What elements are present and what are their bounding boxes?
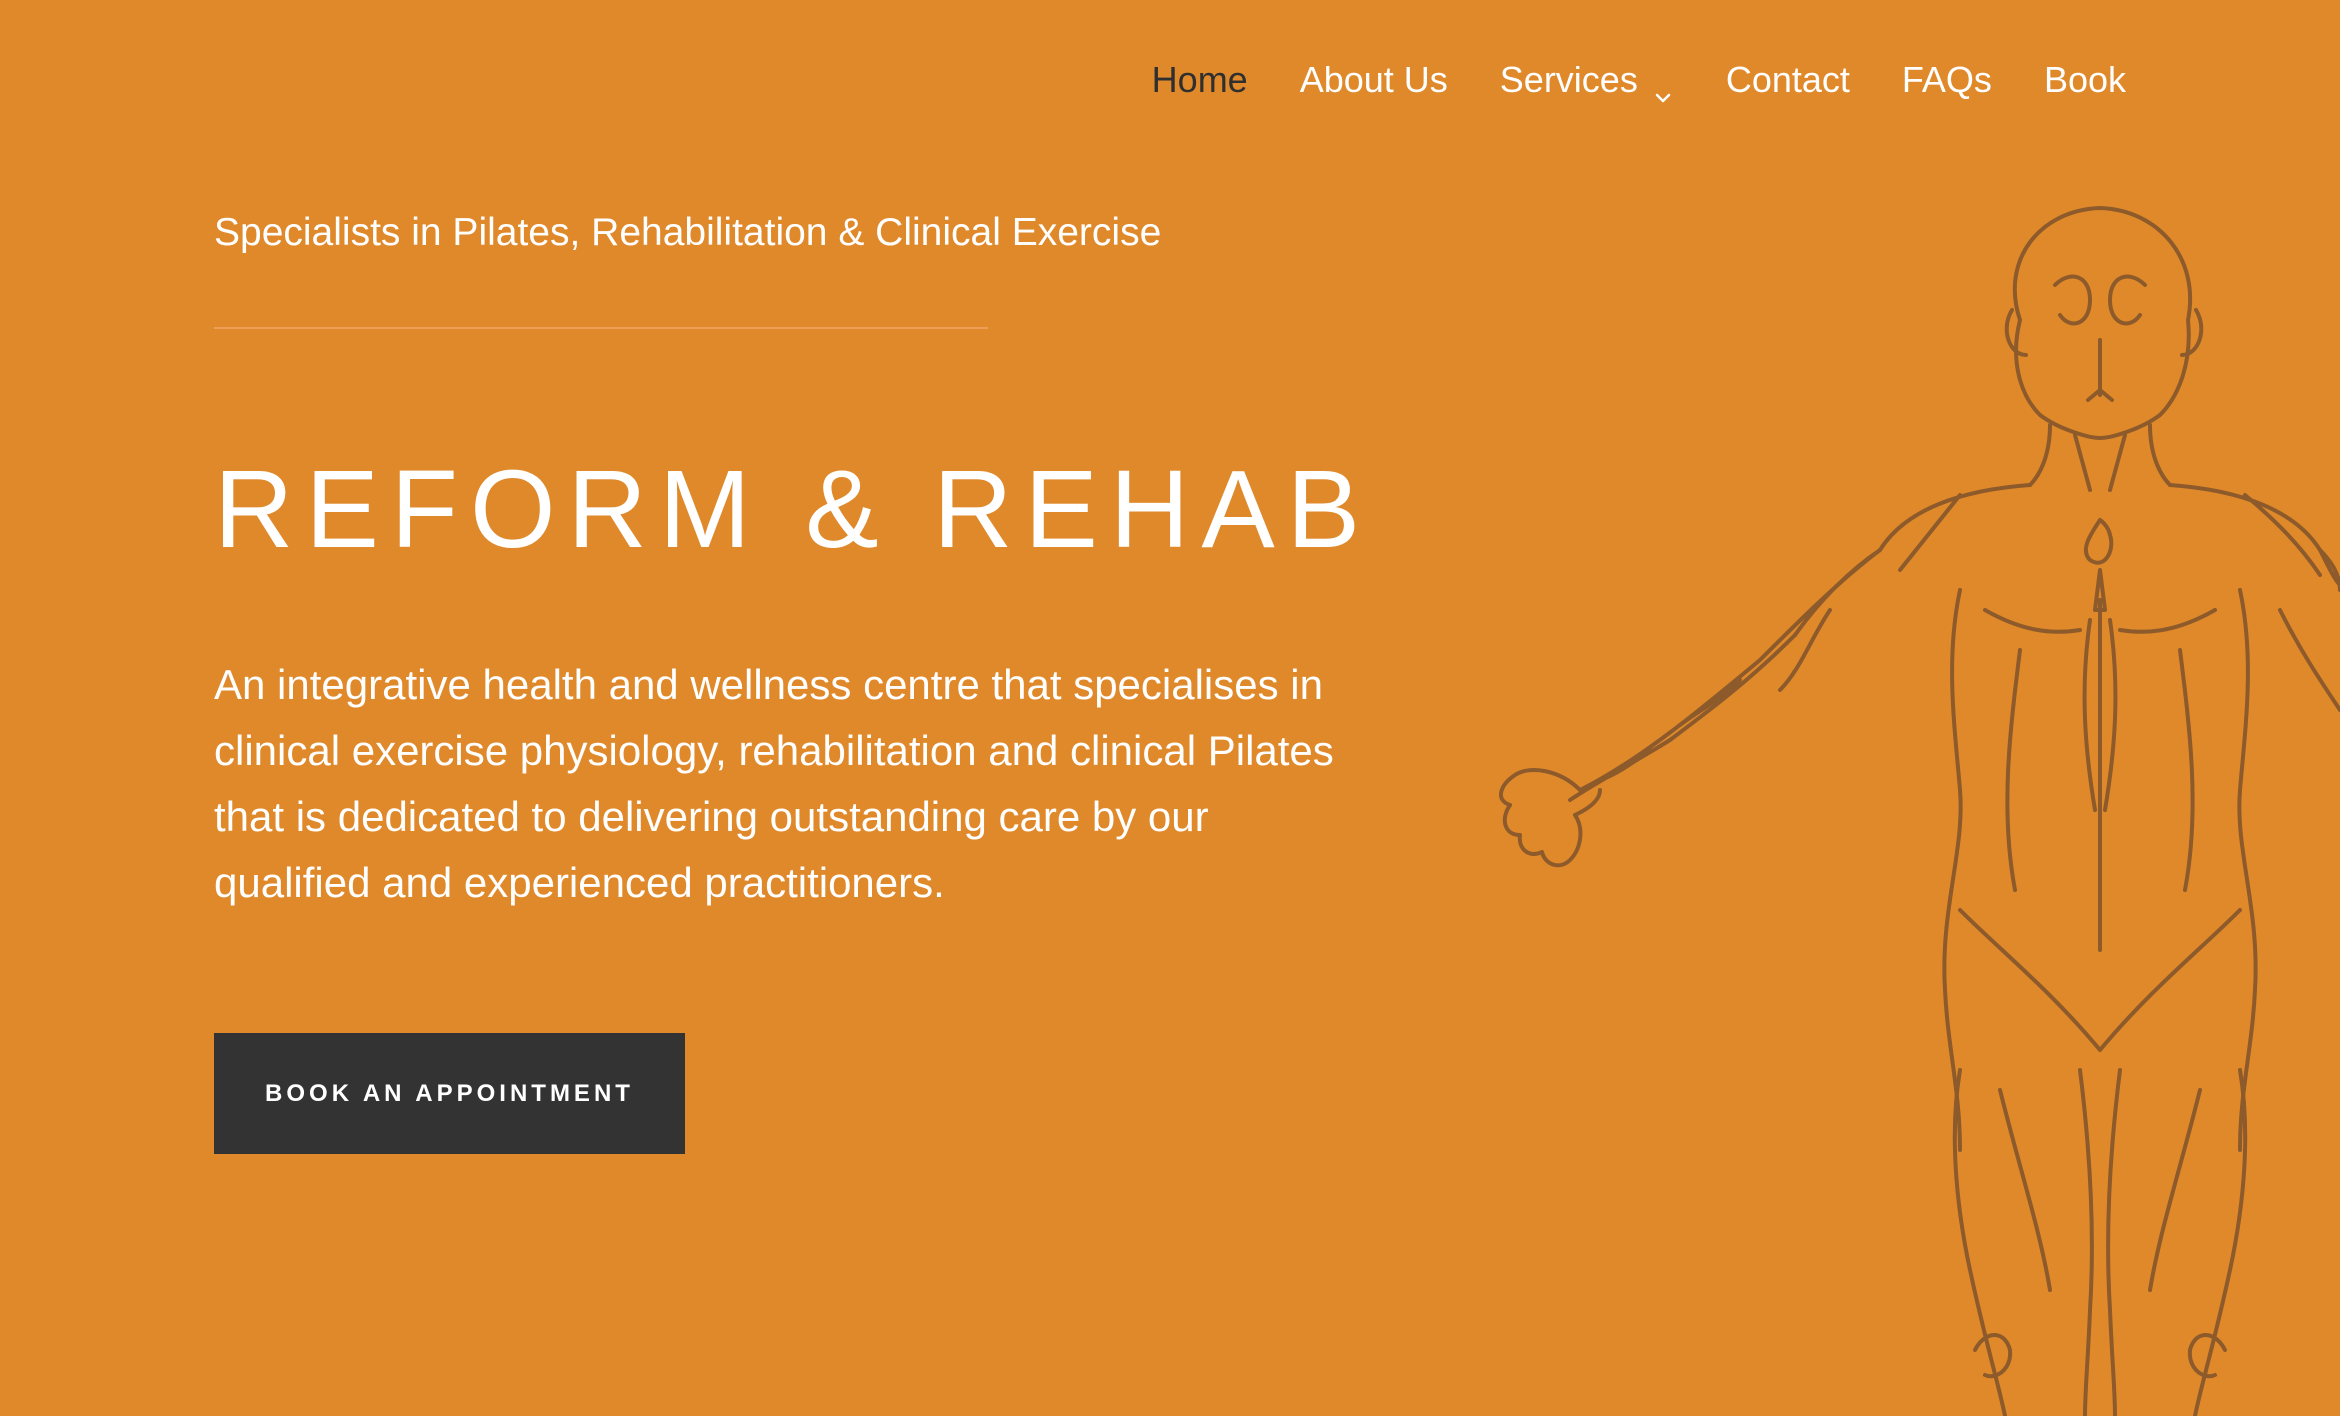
book-appointment-button[interactable]: Book an appointment bbox=[214, 1033, 685, 1154]
nav-book[interactable]: Book bbox=[2044, 52, 2126, 108]
anatomy-figure-illustration bbox=[1400, 190, 2340, 1416]
hero-description: An integrative health and wellness centr… bbox=[214, 661, 1334, 906]
nav-services[interactable]: Services bbox=[1500, 52, 1674, 108]
hero-subtitle: Specialists in Pilates, Rehabilitation &… bbox=[214, 211, 1162, 254]
main-nav: Home About Us Services Contact FAQs Book bbox=[1152, 52, 2126, 108]
nav-services-label: Services bbox=[1499, 59, 1638, 100]
nav-contact[interactable]: Contact bbox=[1726, 52, 1850, 108]
nav-home[interactable]: Home bbox=[1152, 52, 1248, 108]
nav-about-us[interactable]: About Us bbox=[1300, 52, 1448, 108]
divider-line bbox=[214, 327, 988, 329]
hero-title: REFORM & REHAB bbox=[214, 448, 1373, 571]
chevron-down-icon bbox=[1652, 69, 1674, 103]
nav-faqs[interactable]: FAQs bbox=[1902, 52, 1992, 108]
